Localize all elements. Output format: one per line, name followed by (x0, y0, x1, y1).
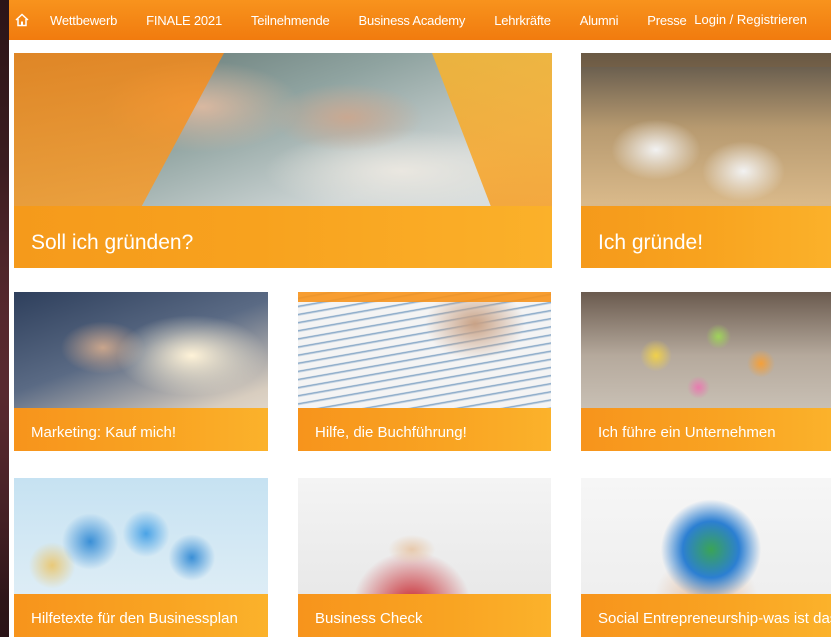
tile-soll-ich-gruenden[interactable]: Soll ich gründen? (14, 53, 552, 268)
tile-buchfuehrung[interactable]: Hilfe, die Buchführung! (298, 292, 551, 451)
tile-ich-gruende[interactable]: Ich gründe! (581, 53, 831, 268)
tile-caption: Business Check (298, 594, 551, 637)
tile-title: Hilfetexte für den Businessplan (31, 610, 238, 627)
tile-caption: Hilfe, die Buchführung! (298, 408, 551, 451)
tile-caption: Ich führe ein Unternehmen (581, 408, 831, 451)
tile-title: Ich gründe! (598, 231, 704, 254)
home-icon[interactable] (14, 12, 30, 28)
nav-item-teilnehmende[interactable]: Teilnehmende (251, 13, 330, 28)
nav-item-business-academy[interactable]: Business Academy (359, 13, 466, 28)
tile-caption: Social Entrepreneurship-was ist das? (581, 594, 831, 637)
tile-title: Social Entrepreneurship-was ist das? (598, 610, 831, 627)
nav-item-alumni[interactable]: Alumni (580, 13, 619, 28)
tile-title: Soll ich gründen? (31, 231, 194, 254)
tile-hilfetexte[interactable]: Hilfetexte für den Businessplan (14, 478, 268, 637)
tile-unternehmen[interactable]: Ich führe ein Unternehmen (581, 292, 831, 451)
tile-title: Marketing: Kauf mich! (31, 424, 177, 441)
tile-title: Business Check (315, 610, 423, 627)
tile-caption: Ich gründe! (581, 206, 831, 268)
tile-caption: Soll ich gründen? (14, 206, 552, 268)
nav-item-finale-2021[interactable]: FINALE 2021 (146, 13, 222, 28)
accent-overlay (298, 292, 551, 302)
nav-item-presse[interactable]: Presse (647, 13, 686, 28)
accent-overlay (581, 53, 831, 67)
login-register-link[interactable]: Login / Registrieren (694, 12, 807, 27)
nav-item-lehrkraefte[interactable]: Lehrkräfte (494, 13, 551, 28)
page-container: Wettbewerb FINALE 2021 Teilnehmende Busi… (9, 0, 831, 637)
nav-item-wettbewerb[interactable]: Wettbewerb (50, 13, 117, 28)
tile-caption: Marketing: Kauf mich! (14, 408, 268, 451)
top-navigation: Wettbewerb FINALE 2021 Teilnehmende Busi… (9, 0, 831, 40)
tile-marketing[interactable]: Marketing: Kauf mich! (14, 292, 268, 451)
tile-title: Ich führe ein Unternehmen (598, 424, 776, 441)
tile-caption: Hilfetexte für den Businessplan (14, 594, 268, 637)
tile-business-check[interactable]: Business Check (298, 478, 551, 637)
tile-social-entrepreneurship[interactable]: Social Entrepreneurship-was ist das? (581, 478, 831, 637)
tile-title: Hilfe, die Buchführung! (315, 424, 467, 441)
